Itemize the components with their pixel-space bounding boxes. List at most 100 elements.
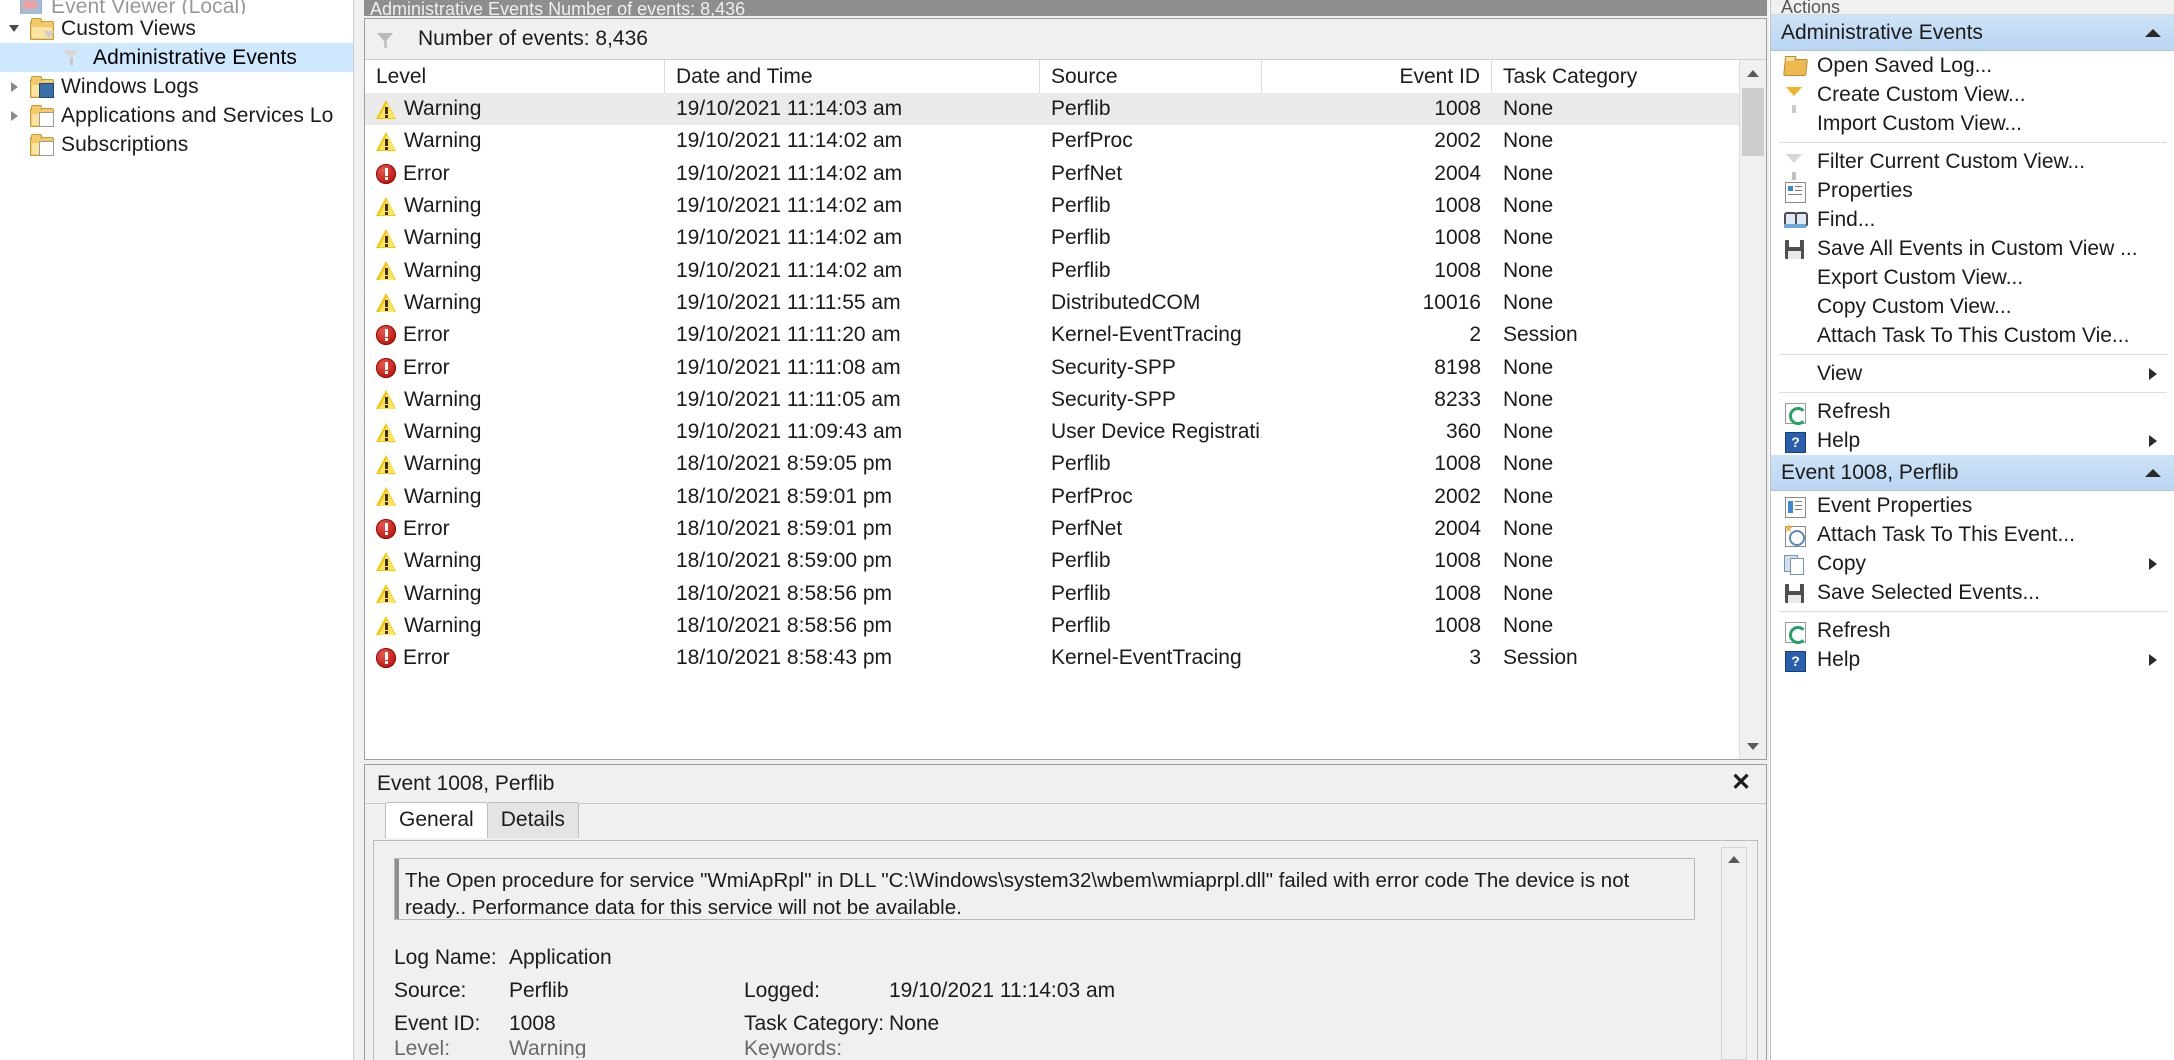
warning-icon xyxy=(376,584,397,604)
refresh-icon xyxy=(1781,620,1811,644)
events-list-scrollbar[interactable] xyxy=(1739,60,1766,759)
cell-task-category: Session xyxy=(1503,323,1578,347)
table-row[interactable]: Warning 19/10/2021 11:14:02 am Perflib 1008… xyxy=(365,190,1766,222)
event-properties-icon xyxy=(1781,495,1811,518)
action-item-refresh[interactable]: Refresh xyxy=(1771,616,2174,645)
tab-general[interactable]: General xyxy=(385,802,488,838)
action-item-attach-task-to-this-event[interactable]: Attach Task To This Event... xyxy=(1771,520,2174,549)
cell-task-category: None xyxy=(1503,517,1554,540)
table-row[interactable]: Error 19/10/2021 11:14:02 am PerfNet 2004 No… xyxy=(365,158,1766,190)
action-item-save-selected-events[interactable]: Save Selected Events... xyxy=(1771,578,2174,607)
close-icon[interactable]: ✕ xyxy=(1730,771,1752,795)
expander-right-icon[interactable] xyxy=(0,110,28,121)
action-item-filter-current-custom-view[interactable]: Filter Current Custom View... xyxy=(1771,147,2174,180)
table-row[interactable]: Error 19/10/2021 11:11:08 am Security-SPP 8… xyxy=(365,351,1766,383)
folder-apps-icon xyxy=(28,104,54,127)
scrollbar-thumb[interactable] xyxy=(1742,88,1764,156)
event-viewer-window: Event Viewer (Local) Custom Views Adminis… xyxy=(0,0,2174,1060)
tree-item-subscriptions[interactable]: Subscriptions xyxy=(0,130,353,159)
caret-up-icon[interactable] xyxy=(2145,28,2161,37)
table-row[interactable]: Warning 19/10/2021 11:14:03 am Perflib 1008… xyxy=(365,93,1766,126)
action-item-label: Create Custom View... xyxy=(1817,82,2026,106)
level-label: Error xyxy=(403,517,450,540)
table-row[interactable]: Warning 19/10/2021 11:11:55 am Distributed… xyxy=(365,287,1766,319)
detail-field-row: Event ID: 1008 Task Category: None xyxy=(394,1007,1717,1040)
action-item-import-custom-view[interactable]: Import Custom View... xyxy=(1771,109,2174,138)
cell-level: Warning xyxy=(365,129,665,153)
event-detail-scrollbar[interactable] xyxy=(1721,847,1747,1060)
error-icon xyxy=(376,163,396,184)
column-header-date-and-time[interactable]: Date and Time xyxy=(665,60,1040,93)
table-row[interactable]: Warning 18/10/2021 8:58:56 pm Perflib 1008 N… xyxy=(365,577,1766,609)
cell-source: Perflib xyxy=(1051,613,1111,637)
warning-icon xyxy=(376,228,397,248)
actions-group-header-2[interactable]: Event 1008, Perflib xyxy=(1771,455,2174,491)
action-item-label: Help xyxy=(1817,428,1861,452)
action-item-event-properties[interactable]: Event Properties xyxy=(1771,491,2174,520)
column-header-task-category[interactable]: Task Category xyxy=(1492,60,1752,93)
cell-level: Warning xyxy=(365,582,665,606)
warning-icon xyxy=(376,551,397,571)
action-item-create-custom-view[interactable]: Create Custom View... xyxy=(1771,80,2174,113)
table-row[interactable]: Warning 19/10/2021 11:09:43 am User Device… xyxy=(365,416,1766,448)
action-item-label: View xyxy=(1817,361,1863,385)
tree-item-custom-views[interactable]: Custom Views xyxy=(0,14,353,43)
action-item-save-all-events-in-custom-view[interactable]: Save All Events in Custom View ... xyxy=(1771,234,2174,263)
expander-down-icon[interactable] xyxy=(0,25,28,32)
column-header-level[interactable]: Level xyxy=(365,60,665,93)
table-row[interactable]: Warning 19/10/2021 11:11:05 am Security-SP… xyxy=(365,384,1766,416)
field-value: 1008 xyxy=(509,1011,556,1035)
detail-scroll-up-button[interactable] xyxy=(1722,848,1746,870)
tree-item-applications-and-services-lo[interactable]: Applications and Services Lo xyxy=(0,101,353,130)
tab-details[interactable]: Details xyxy=(486,802,579,838)
action-item-refresh[interactable]: Refresh xyxy=(1771,397,2174,426)
field-label-secondary: Keywords: xyxy=(744,1040,843,1058)
table-row[interactable]: Warning 19/10/2021 11:14:02 am PerfProc 200… xyxy=(365,125,1766,157)
action-item-open-saved-log[interactable]: Open Saved Log... xyxy=(1771,51,2174,80)
cell-task-category: None xyxy=(1503,129,1554,153)
table-row[interactable]: Error 19/10/2021 11:11:20 am Kernel-EventT… xyxy=(365,319,1766,351)
table-row[interactable]: Warning 18/10/2021 8:59:00 pm Perflib 1008 N… xyxy=(365,545,1766,577)
action-item-help[interactable]: ? Help xyxy=(1771,645,2174,674)
cell-task-category: None xyxy=(1503,581,1554,605)
scroll-up-button[interactable] xyxy=(1740,60,1766,86)
cell-level: Warning xyxy=(365,97,665,121)
event-detail-fields: Log Name: Application Source: Perflib Logged… xyxy=(394,941,1717,1059)
table-row[interactable]: Warning 18/10/2021 8:58:56 pm Perflib 1008 N… xyxy=(365,610,1766,642)
cell-source: Kernel-EventTracing xyxy=(1051,323,1242,347)
submenu-arrow-icon xyxy=(2149,367,2157,380)
field-label-secondary: Logged: xyxy=(744,978,820,1002)
tree-item-administrative-events[interactable]: Administrative Events xyxy=(0,43,353,72)
table-row[interactable]: Warning 19/10/2021 11:14:02 am Perflib 1008… xyxy=(365,222,1766,254)
table-row[interactable]: Warning 19/10/2021 11:14:02 am Perflib 1008… xyxy=(365,254,1766,286)
level-label: Warning xyxy=(404,387,482,411)
table-row[interactable]: Error 18/10/2021 8:59:01 pm PerfNet 2004 Non… xyxy=(365,513,1766,545)
help-icon: ? xyxy=(1781,649,1811,672)
level-label: Warning xyxy=(404,420,482,444)
table-row[interactable]: Error 18/10/2021 8:58:43 pm Kernel-EventTr… xyxy=(365,642,1766,674)
action-item-help[interactable]: ? Help xyxy=(1771,426,2174,455)
table-row[interactable]: Warning 18/10/2021 8:59:01 pm PerfProc 2002… xyxy=(365,481,1766,513)
level-label: Warning xyxy=(404,226,482,250)
action-item-copy[interactable]: Copy xyxy=(1771,549,2174,578)
tree-item-windows-logs[interactable]: Windows Logs xyxy=(0,72,353,101)
action-item-view[interactable]: View xyxy=(1771,359,2174,388)
action-item-copy-custom-view[interactable]: Copy Custom View... xyxy=(1771,292,2174,321)
table-row[interactable]: Warning 18/10/2021 8:59:05 pm Perflib 1008 N… xyxy=(365,448,1766,480)
cell-event-id: 2004 xyxy=(1434,517,1481,540)
cell-event-id: 1008 xyxy=(1434,613,1481,637)
expander-right-icon[interactable] xyxy=(0,81,28,92)
cell-event-id: 2004 xyxy=(1434,161,1481,185)
tree-item-event-viewer-root[interactable]: Event Viewer (Local) xyxy=(0,0,353,14)
caret-up-icon[interactable] xyxy=(2145,468,2161,477)
action-item-export-custom-view[interactable]: Export Custom View... xyxy=(1771,263,2174,292)
action-item-attach-task-to-this-custom-vie[interactable]: Attach Task To This Custom Vie... xyxy=(1771,321,2174,350)
column-header-event-id[interactable]: Event ID xyxy=(1262,60,1492,93)
column-header-source[interactable]: Source xyxy=(1040,60,1262,93)
actions-group-header-1[interactable]: Administrative Events xyxy=(1771,15,2174,51)
cell-date-and-time: 19/10/2021 11:11:05 am xyxy=(676,387,901,411)
action-item-find[interactable]: Find... xyxy=(1771,205,2174,234)
scroll-down-button[interactable] xyxy=(1740,733,1766,759)
action-item-properties[interactable]: Properties xyxy=(1771,176,2174,205)
cell-task-category: None xyxy=(1503,258,1554,282)
